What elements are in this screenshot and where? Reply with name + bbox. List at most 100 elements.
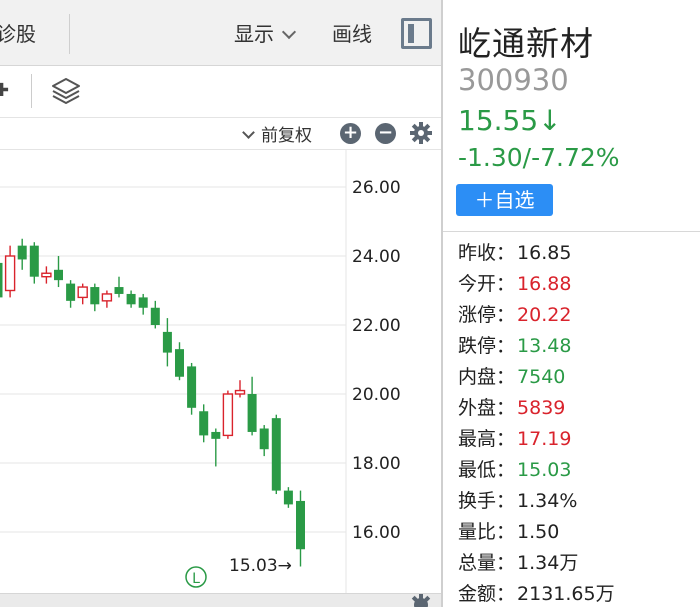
display-menu-label: 显示 bbox=[234, 22, 274, 46]
stock-change: -1.30/-7.72% bbox=[458, 143, 620, 172]
candle bbox=[211, 428, 221, 467]
candle bbox=[54, 256, 63, 288]
candle-body bbox=[296, 500, 305, 550]
stat-value: 20.22 bbox=[517, 304, 572, 326]
stat-label: 涨停： bbox=[458, 304, 516, 326]
candle bbox=[283, 487, 293, 508]
candle bbox=[126, 290, 136, 308]
candle-body bbox=[90, 287, 100, 305]
price-adjust-dropdown[interactable]: 前复权 bbox=[242, 121, 312, 146]
candle-body bbox=[29, 245, 39, 277]
candle bbox=[296, 490, 305, 567]
candle-body bbox=[66, 283, 76, 301]
quote-panel: 屹通新材 300930 15.55↓ -1.30/-7.72% ＋自选 昨收： 1… bbox=[441, 0, 700, 607]
stat-value: 2131.65万 bbox=[517, 583, 615, 605]
stat-value: 1.50 bbox=[517, 521, 560, 543]
candlestick-chart[interactable]: 26.00 24.00 22.00 20.00 18.00 16.00 15.03→ L bbox=[0, 150, 441, 593]
divider bbox=[443, 231, 700, 232]
y-tick-label: 20.00 bbox=[352, 385, 401, 405]
candle bbox=[17, 238, 27, 270]
candle-body bbox=[175, 349, 184, 377]
candle-body bbox=[211, 431, 221, 439]
candle-body bbox=[138, 297, 148, 308]
stat-row: 换手： 1.34% bbox=[458, 487, 698, 518]
draw-line-button[interactable]: 画线 bbox=[332, 18, 372, 47]
candle bbox=[0, 262, 3, 298]
y-tick-label: 16.00 bbox=[352, 523, 401, 543]
stat-label: 最低： bbox=[458, 459, 516, 481]
stat-row: 内盘： 7540 bbox=[458, 363, 698, 394]
stat-value: 13.48 bbox=[517, 335, 572, 357]
toolbar-divider bbox=[31, 74, 32, 108]
candle bbox=[271, 414, 281, 495]
candle-body bbox=[150, 307, 160, 325]
indicator-strip bbox=[0, 593, 441, 607]
candle-body bbox=[41, 272, 52, 278]
y-tick-label: 22.00 bbox=[352, 316, 401, 336]
gear-icon[interactable] bbox=[409, 121, 433, 145]
candle-body bbox=[4, 255, 16, 292]
low-price-marker: 15.03→ bbox=[229, 556, 292, 576]
zoom-out-button[interactable]: − bbox=[375, 123, 396, 144]
stat-label: 内盘： bbox=[458, 366, 516, 388]
stat-value: 1.34% bbox=[517, 490, 578, 512]
y-tick-label: 24.00 bbox=[352, 247, 401, 267]
candle-body bbox=[259, 428, 269, 450]
candle bbox=[259, 425, 269, 457]
candle-body bbox=[101, 293, 113, 302]
stat-value: 1.34万 bbox=[517, 552, 579, 574]
zoom-in-button[interactable]: + bbox=[340, 123, 361, 144]
stat-row: 量比： 1.50 bbox=[458, 518, 698, 549]
candle bbox=[199, 404, 209, 443]
candle bbox=[222, 390, 234, 439]
stock-diagnosis-tab[interactable]: 诊股 bbox=[0, 14, 70, 54]
y-tick-label: 18.00 bbox=[352, 454, 401, 474]
quote-stats-list: 昨收： 16.85 今开： 16.88 涨停： 20.22 跌停： 13.48 内盘： 7540 外… bbox=[458, 239, 698, 607]
stat-value: 16.85 bbox=[517, 242, 572, 264]
candle-body bbox=[234, 389, 246, 395]
sidebar-toggle-icon[interactable] bbox=[401, 18, 432, 49]
candle bbox=[77, 283, 88, 305]
candle-body bbox=[0, 262, 3, 298]
candle-body bbox=[247, 394, 257, 432]
candle bbox=[150, 300, 160, 329]
stat-value: 15.03 bbox=[517, 459, 572, 481]
candle-body bbox=[17, 245, 27, 260]
candle-body bbox=[77, 286, 88, 299]
stat-row: 最低： 15.03 bbox=[458, 456, 698, 487]
candle bbox=[66, 280, 76, 308]
stat-label: 外盘： bbox=[458, 397, 516, 419]
candle-body bbox=[162, 331, 172, 353]
stat-value: 17.19 bbox=[517, 428, 572, 450]
candle-body bbox=[54, 269, 63, 281]
stat-value: 5839 bbox=[517, 397, 566, 419]
stock-code: 300930 bbox=[458, 63, 569, 97]
stat-label: 跌停： bbox=[458, 335, 516, 357]
stat-row: 跌停： 13.48 bbox=[458, 332, 698, 363]
stat-row: 金额： 2131.65万 bbox=[458, 580, 698, 607]
chart-options-bar: 前复权 + − bbox=[0, 118, 441, 150]
candle-body bbox=[271, 418, 281, 491]
stat-label: 今开： bbox=[458, 273, 516, 295]
stat-row: 外盘： 5839 bbox=[458, 394, 698, 425]
stat-row: 今开： 16.88 bbox=[458, 270, 698, 301]
add-to-watchlist-button[interactable]: ＋自选 bbox=[456, 184, 553, 216]
stat-row: 最高： 17.19 bbox=[458, 425, 698, 456]
candle bbox=[4, 245, 16, 298]
layers-icon[interactable] bbox=[50, 74, 82, 108]
candle bbox=[234, 380, 246, 398]
price-adjust-label: 前复权 bbox=[261, 126, 312, 146]
stat-label: 最高： bbox=[458, 428, 516, 450]
stat-row: 昨收： 16.85 bbox=[458, 239, 698, 270]
candle-body bbox=[114, 287, 124, 294]
display-menu-button[interactable]: 显示 bbox=[234, 18, 297, 47]
overlay-icon[interactable]: ✚ bbox=[0, 80, 9, 101]
candle bbox=[114, 276, 124, 298]
gear-icon[interactable] bbox=[409, 593, 433, 607]
candle bbox=[138, 293, 148, 315]
chart-toolbar: ✚ bbox=[0, 66, 441, 118]
stat-label: 金额： bbox=[458, 583, 516, 605]
stat-value: 16.88 bbox=[517, 273, 572, 295]
candle-body bbox=[222, 393, 234, 437]
chart-panel: 诊股 显示 画线 ✚ 前复权 + − 26.00 24.00 22.00 20.… bbox=[0, 0, 441, 607]
